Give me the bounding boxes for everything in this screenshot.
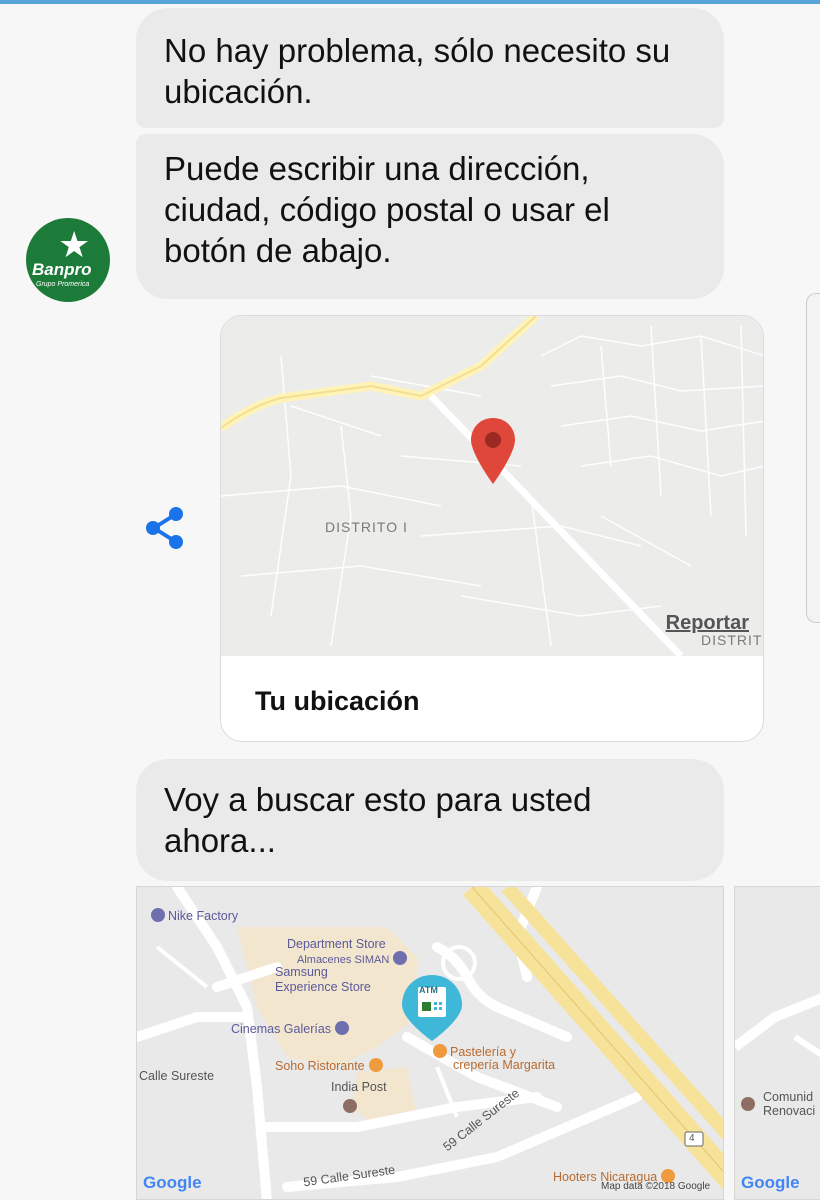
map-label: DISTRITO I — [325, 519, 408, 535]
message-bubble: Voy a buscar esto para usted ahora... — [136, 759, 724, 881]
result-map[interactable]: Nike Factory Department Store Almacenes … — [136, 886, 724, 1200]
card-title: Tu ubicación — [255, 686, 420, 716]
poi-soho[interactable]: Soho Ristorante — [275, 1058, 386, 1073]
restaurant-icon — [368, 1058, 383, 1072]
share-icon[interactable] — [142, 505, 188, 551]
google-logo: Google — [741, 1173, 800, 1192]
route-shield: 4 — [689, 1133, 695, 1144]
location-card[interactable]: DISTRITO I DISTRITO Reportar Tu ubicació… — [220, 315, 764, 742]
top-border — [0, 0, 820, 4]
poi-label: Comunid — [763, 1090, 814, 1104]
shopping-bag-icon — [393, 951, 408, 965]
poi-pasteleria-sub: crepería Margarita — [453, 1058, 556, 1072]
avatar-subtitle: Grupo Promerica — [36, 281, 90, 288]
avatar[interactable]: ★ Banpro Grupo Promerica — [26, 218, 110, 302]
message-text: Puede escribir una dirección, ciudad, có… — [164, 150, 610, 269]
report-link[interactable]: Reportar — [666, 612, 749, 635]
google-logo: Google — [143, 1173, 202, 1192]
poi-nike[interactable]: Nike Factory — [151, 908, 238, 923]
location-map[interactable]: DISTRITO I DISTRITO Reportar — [221, 316, 763, 659]
street-label: Calle Sureste — [139, 1069, 215, 1083]
poi-india-post[interactable]: India Post — [331, 1080, 387, 1094]
atm-icon[interactable]: ATM — [419, 983, 438, 997]
message-bubble: No hay problema, sólo necesito su ubicac… — [136, 8, 724, 128]
place-icon — [741, 1097, 755, 1111]
poi-pasteleria[interactable]: Pastelería y — [433, 1044, 516, 1059]
restaurant-icon — [433, 1044, 447, 1058]
map-attribution: Map data ©2018 Google — [601, 1181, 711, 1192]
poi-samsung-sub: Experience Store — [275, 980, 371, 994]
shopping-bag-icon — [151, 908, 165, 922]
film-icon — [335, 1021, 350, 1035]
poi-samsung[interactable]: Samsung — [275, 965, 328, 979]
avatar-name: Banpro — [32, 260, 92, 279]
poi-label: Renovaci — [763, 1104, 816, 1118]
next-card-edge[interactable] — [806, 293, 820, 623]
message-text: Voy a buscar esto para usted ahora... — [164, 781, 592, 859]
message-bubble: Puede escribir una dirección, ciudad, có… — [136, 134, 724, 299]
poi-department-store[interactable]: Department Store — [287, 937, 386, 951]
post-office-icon — [343, 1099, 357, 1113]
message-text: No hay problema, sólo necesito su ubicac… — [164, 32, 671, 110]
poi-cinemas[interactable]: Cinemas Galerías — [231, 1021, 352, 1036]
result-map-next[interactable]: Comunid Renovaci Google — [734, 886, 820, 1200]
